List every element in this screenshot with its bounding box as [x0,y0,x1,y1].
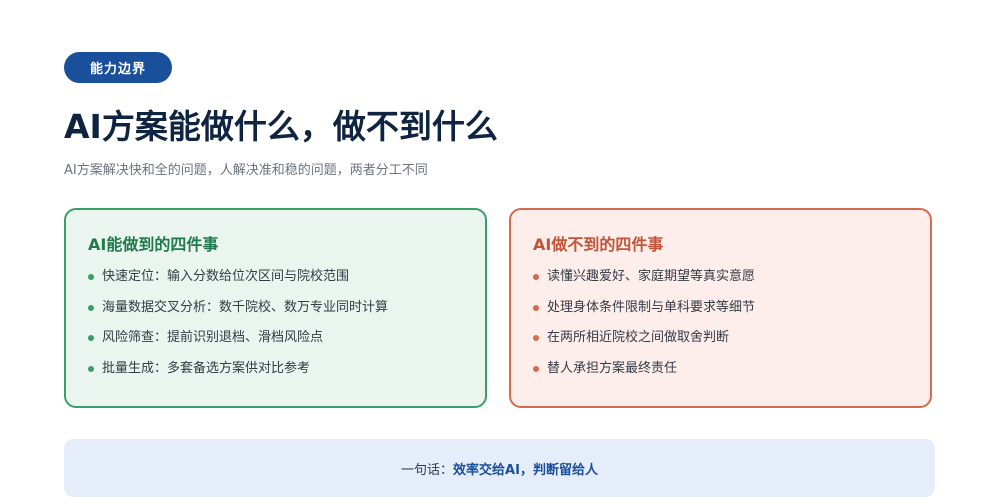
summary-lead: 一句话： [401,462,454,478]
list-item-text: 读懂兴趣爱好、家庭期望等真实意愿 [547,269,756,284]
list-item: 处理身体条件限制与单科要求等细节 [533,299,930,317]
list-item-text: 替人承担方案最终责任 [547,360,678,376]
page-subtitle: AI方案解决快和全的问题，人解决准和稳的问题，两者分工不同 [64,163,428,178]
ai-can-list: 快速定位：输入分数给位次区间与院校范围 海量数据交叉分析：数千院校、数万专业同时… [88,268,485,378]
list-item-text: 快速定位：输入分数给位次区间与院校范围 [102,269,350,284]
list-item: 风险筛查：提前识别退档、滑档风险点 [88,329,485,347]
bullet-dot-icon [88,335,94,341]
ai-can-card: AI能做到的四件事 快速定位：输入分数给位次区间与院校范围 海量数据交叉分析：数… [64,208,487,408]
list-item: 读懂兴趣爱好、家庭期望等真实意愿 [533,268,930,286]
list-item: 海量数据交叉分析：数千院校、数万专业同时计算 [88,299,485,317]
list-item-text: 风险筛查：提前识别退档、滑档风险点 [102,330,324,345]
ai-can-card-title: AI能做到的四件事 [88,235,219,254]
ai-cannot-card-title: AI做不到的四件事 [533,235,664,254]
list-item-text: 处理身体条件限制与单科要求等细节 [547,299,756,315]
list-item-text: 在两所相近院校之间做取舍判断 [547,330,730,345]
bullet-dot-icon [533,335,539,341]
bullet-dot-icon [533,365,539,372]
summary-emphasis: 效率交给AI，判断留给人 [453,462,598,478]
summary-banner: 一句话： 效率交给AI，判断留给人 [64,439,935,497]
bullet-dot-icon [88,304,94,311]
ai-cannot-list: 读懂兴趣爱好、家庭期望等真实意愿 处理身体条件限制与单科要求等细节 在两所相近院… [533,268,930,378]
list-item: 在两所相近院校之间做取舍判断 [533,329,930,347]
bullet-dot-icon [533,274,539,280]
section-badge: 能力边界 [64,52,172,83]
list-item-text: 海量数据交叉分析：数千院校、数万专业同时计算 [102,299,389,315]
ai-cannot-card: AI做不到的四件事 读懂兴趣爱好、家庭期望等真实意愿 处理身体条件限制与单科要求… [509,208,932,408]
bullet-dot-icon [533,304,539,311]
bullet-dot-icon [88,274,94,280]
list-item: 替人承担方案最终责任 [533,360,930,378]
list-item-text: 批量生成：多套备选方案供对比参考 [102,360,311,376]
page-title: AI方案能做什么，做不到什么 [64,107,498,146]
list-item: 快速定位：输入分数给位次区间与院校范围 [88,268,485,286]
bullet-dot-icon [88,365,94,372]
list-item: 批量生成：多套备选方案供对比参考 [88,360,485,378]
